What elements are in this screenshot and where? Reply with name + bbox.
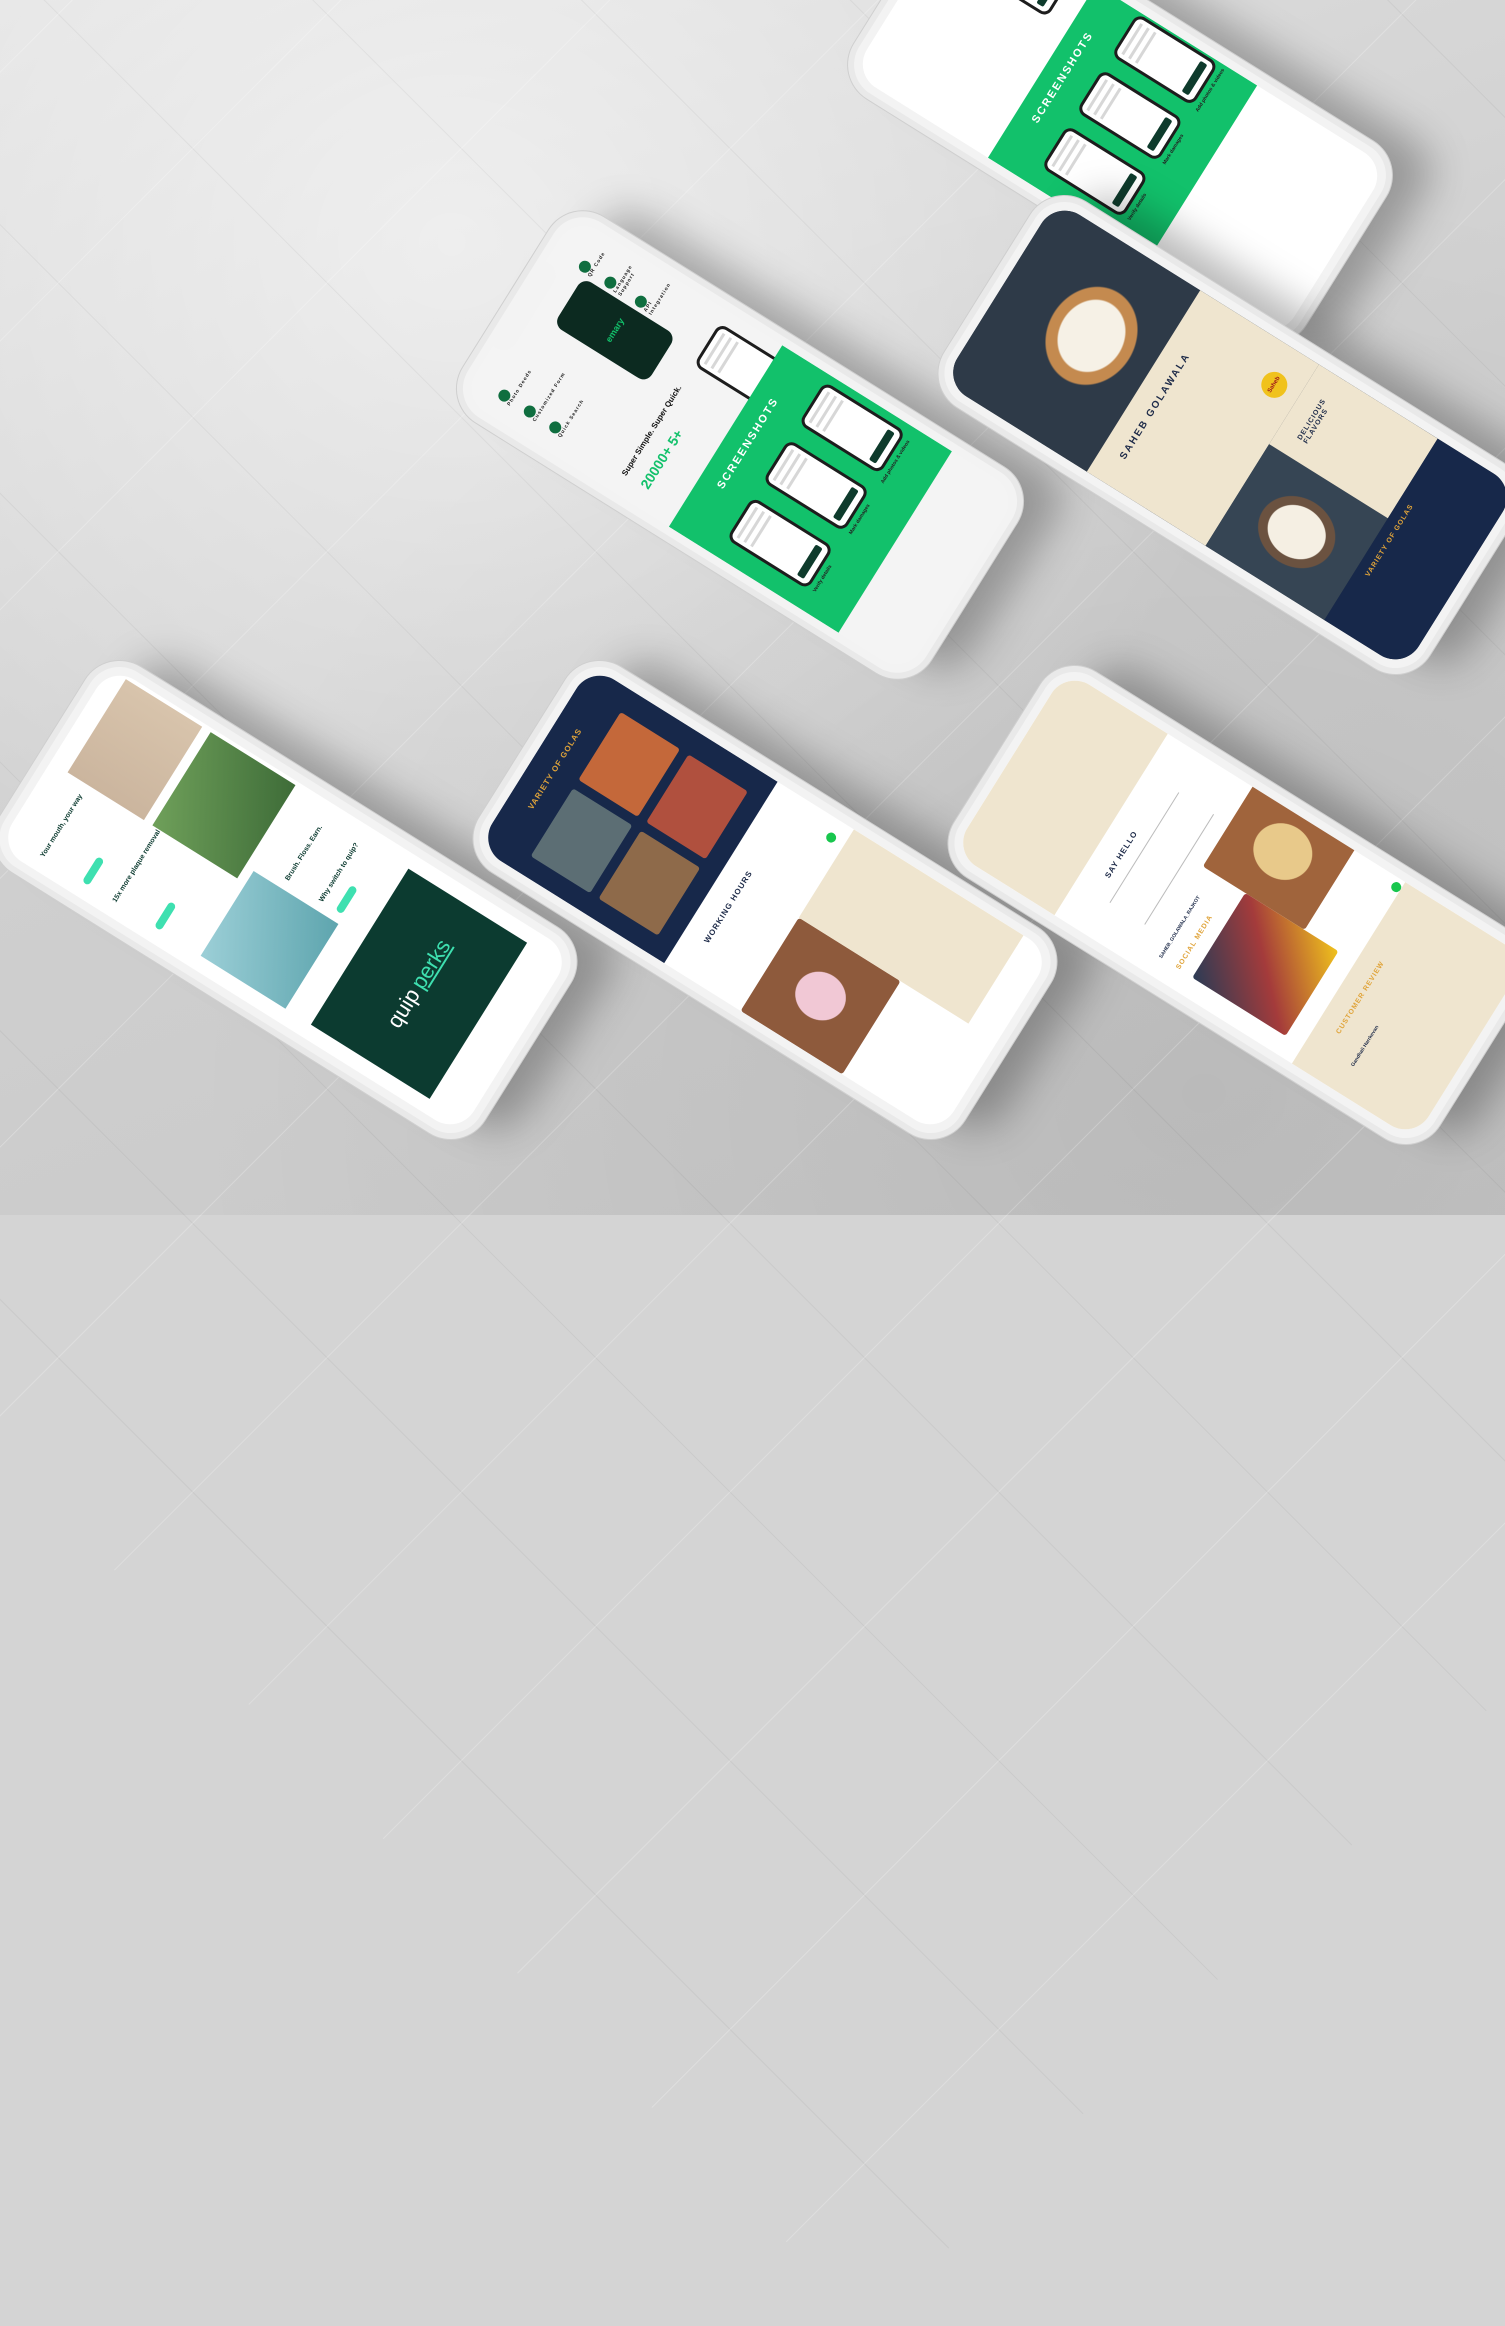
status-dot (824, 830, 839, 845)
social-handle: SAHEB_GOLAWALA_RAJKOT (1158, 895, 1202, 960)
shop-button[interactable] (153, 901, 177, 931)
learn-more-button[interactable] (81, 856, 105, 886)
feature-mouth: Your mouth, your way (39, 793, 85, 859)
perks-logo: perks (405, 934, 456, 994)
contact-form[interactable] (1109, 792, 1215, 925)
earn-button[interactable] (335, 884, 358, 915)
quip-logo: quip (381, 983, 425, 1033)
hero-phone (965, 0, 1074, 18)
emary-logo: emary (603, 316, 627, 345)
feature-plaque: 15x more plaque removal (111, 828, 163, 904)
blue-photo (200, 870, 339, 1009)
social-grid (1192, 892, 1339, 1037)
feature-earn: Brush. Floss. Earn. (284, 824, 325, 883)
